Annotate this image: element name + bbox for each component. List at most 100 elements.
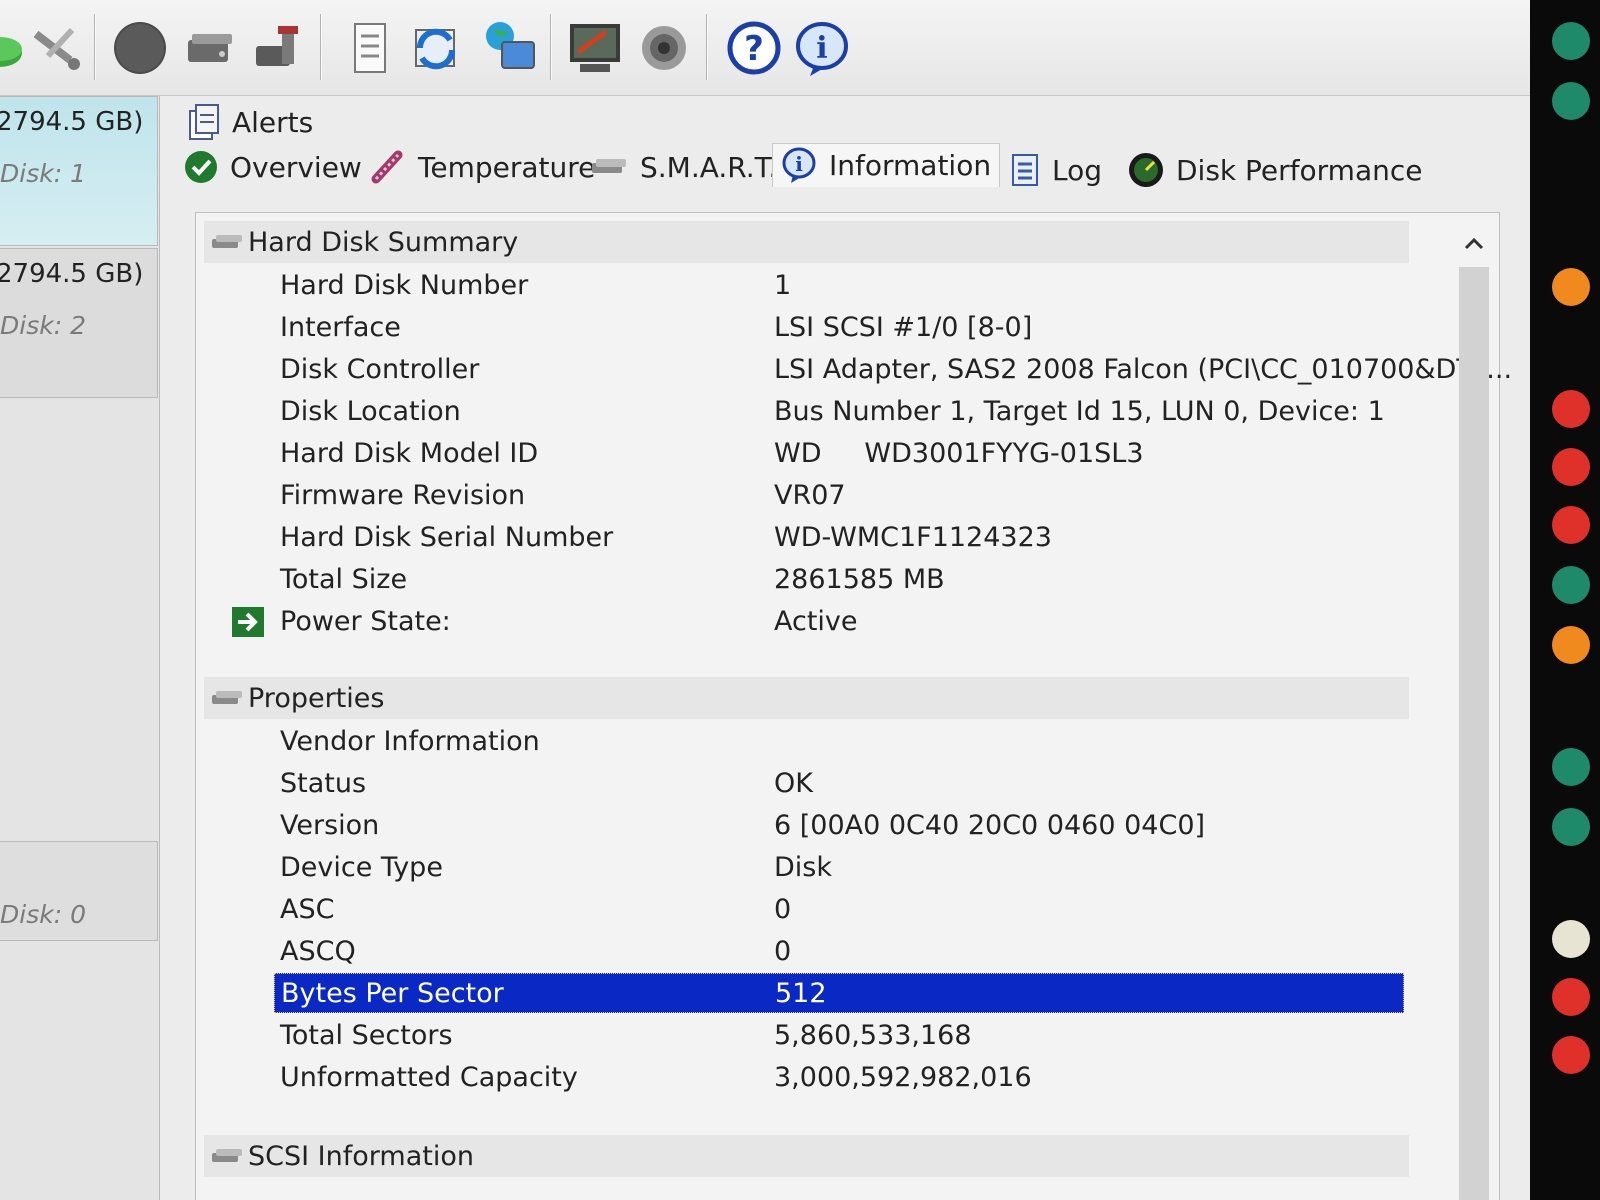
checkmark-icon <box>184 150 218 184</box>
info-row[interactable]: ASC 0 <box>274 889 1404 929</box>
section-title: Properties <box>248 682 385 714</box>
info-row[interactable]: Version 6 [00A0 0C40 20C0 0460 04C0] <box>274 805 1404 845</box>
vertical-scrollbar[interactable] <box>1455 223 1493 1200</box>
info-value: Disk <box>774 851 832 883</box>
info-row[interactable]: ASCQ 0 <box>274 931 1404 971</box>
info-row[interactable]: Vendor Information <box>274 721 1404 761</box>
status-dot <box>1552 22 1590 60</box>
tools-icon[interactable] <box>28 18 88 78</box>
info-row-power-state[interactable]: Power State: Active <box>232 601 1404 641</box>
section-header-properties[interactable]: Properties <box>204 677 1409 719</box>
tab-smart[interactable]: S.M.A.R.T. <box>590 145 777 189</box>
speaker-icon[interactable] <box>636 18 696 78</box>
tab-label: S.M.A.R.T. <box>640 150 778 184</box>
section-header-hard-disk-summary[interactable]: Hard Disk Summary <box>204 221 1409 263</box>
tab-alerts[interactable]: Alerts <box>186 100 313 144</box>
info-value: Active <box>774 605 858 637</box>
log-document-icon <box>1010 152 1040 188</box>
info-key: Total Size <box>280 563 408 595</box>
info-value: 0 <box>774 893 792 925</box>
tab-label: Temperature <box>418 150 596 184</box>
info-value: WD-WMC1F1124323 <box>774 521 1052 553</box>
help-icon[interactable]: ? <box>724 18 784 78</box>
info-key: Disk Controller <box>280 353 480 385</box>
info-row[interactable]: Total Size 2861585 MB <box>274 559 1404 599</box>
status-dot <box>1552 808 1590 846</box>
info-value: 5,860,533,168 <box>774 1019 972 1051</box>
drive-tools-icon[interactable] <box>250 18 310 78</box>
info-key: Vendor Information <box>280 725 540 757</box>
info-value: LSI SCSI #1/0 [8-0] <box>774 311 1033 343</box>
info-row[interactable]: Total Sectors 5,860,533,168 <box>274 1015 1404 1055</box>
gray-circle-icon[interactable] <box>110 18 170 78</box>
refresh-icon[interactable] <box>406 18 466 78</box>
tab-log[interactable]: Log <box>1010 148 1102 192</box>
disk-item-1[interactable]: 2794.5 GB) Disk: 1 <box>0 96 158 246</box>
disk-number: Disk: 1 <box>0 159 86 188</box>
info-value: VR07 <box>774 479 846 511</box>
info-row[interactable]: Device Type Disk <box>274 847 1404 887</box>
svg-text:i: i <box>795 152 803 176</box>
status-dot <box>1552 448 1590 486</box>
thermometer-icon <box>370 149 406 185</box>
info-row[interactable]: Unformatted Capacity 3,000,592,982,016 <box>274 1057 1404 1097</box>
info-value: Bus Number 1, Target Id 15, LUN 0, Devic… <box>774 395 1385 427</box>
info-value: 1 <box>774 269 792 301</box>
info-row[interactable]: Hard Disk Serial Number WD-WMC1F1124323 <box>274 517 1404 557</box>
info-row[interactable]: Hard Disk Number 1 <box>274 265 1404 305</box>
info-row[interactable]: Disk Location Bus Number 1, Target Id 15… <box>274 391 1404 431</box>
status-dot <box>1552 268 1590 306</box>
disk-item-2[interactable]: 2794.5 GB) Disk: 2 <box>0 248 158 398</box>
section-header-scsi-information[interactable]: SCSI Information <box>204 1135 1409 1177</box>
scrollbar-track[interactable] <box>1459 267 1489 1200</box>
tab-disk-performance[interactable]: Disk Performance <box>1128 148 1422 192</box>
tab-information[interactable]: i Information <box>772 143 1001 187</box>
status-dot-strip <box>1530 0 1600 1200</box>
info-key: Power State: <box>280 605 451 637</box>
tab-label: Disk Performance <box>1176 153 1423 187</box>
document-icon[interactable] <box>340 18 400 78</box>
info-key: Bytes Per Sector <box>281 977 504 1009</box>
info-key: Firmware Revision <box>280 479 526 511</box>
tab-overview[interactable]: Overview <box>184 145 362 189</box>
network-globe-icon[interactable] <box>480 18 540 78</box>
tab-temperature[interactable]: Temperature <box>370 145 595 189</box>
status-dot <box>1552 748 1590 786</box>
hard-disk-icon <box>210 688 244 708</box>
status-dot <box>1552 506 1590 544</box>
status-dot <box>1552 626 1590 664</box>
disk-item-0[interactable]: Disk: 0 <box>0 841 158 941</box>
tab-label: Information <box>829 149 992 182</box>
gauge-icon <box>1128 152 1164 188</box>
disk-size: 2794.5 GB) <box>0 259 144 289</box>
info-key: Device Type <box>280 851 443 883</box>
info-row[interactable]: Hard Disk Model ID WD WD3001FYYG-01SL3 <box>274 433 1404 473</box>
info-icon[interactable]: i <box>792 18 852 78</box>
disk-size: 2794.5 GB) <box>0 107 144 137</box>
info-row[interactable]: Disk Controller LSI Adapter, SAS2 2008 F… <box>274 349 1512 389</box>
green-arrow-icon <box>232 607 264 644</box>
status-dot <box>1552 390 1590 428</box>
svg-text:?: ? <box>744 29 764 69</box>
info-row[interactable]: Status OK <box>274 763 1404 803</box>
monitor-report-icon[interactable] <box>566 18 626 78</box>
info-key: Status <box>280 767 367 799</box>
info-row-selected[interactable]: Bytes Per Sector 512 <box>274 973 1404 1013</box>
scroll-up-button[interactable] <box>1455 223 1493 263</box>
info-key: Interface <box>280 311 401 343</box>
info-value: 512 <box>775 977 827 1009</box>
hard-disk-icon <box>210 1146 244 1166</box>
toolbar: ? i <box>0 0 1530 96</box>
info-key: Total Sectors <box>280 1019 453 1051</box>
info-icon: i <box>781 147 817 185</box>
info-row[interactable]: Firmware Revision VR07 <box>274 475 1404 515</box>
info-row[interactable]: Interface LSI SCSI #1/0 [8-0] <box>274 307 1404 347</box>
drive-icon[interactable] <box>180 18 240 78</box>
info-value: 0 <box>774 935 792 967</box>
tab-label: Alerts <box>232 105 314 139</box>
status-dot <box>1552 566 1590 604</box>
section-title: SCSI Information <box>248 1140 474 1172</box>
info-value: 3,000,592,982,016 <box>774 1061 1032 1093</box>
green-disk-icon[interactable] <box>0 18 30 78</box>
info-value: WD WD3001FYYG-01SL3 <box>774 437 1144 469</box>
